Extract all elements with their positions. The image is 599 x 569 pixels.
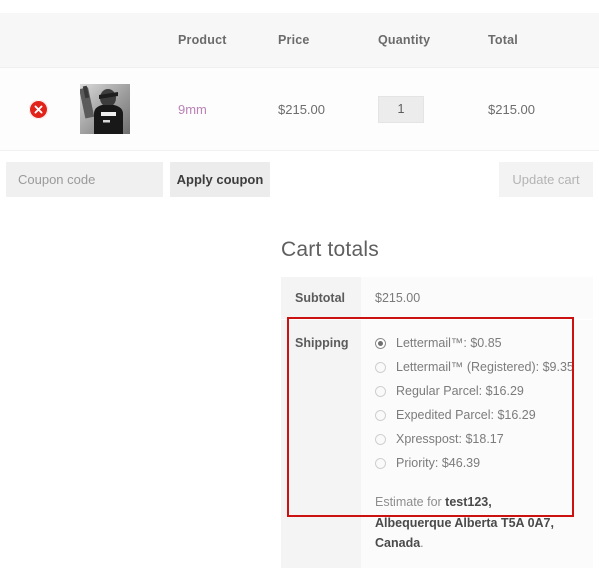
coupon-code-input[interactable] [6,162,163,197]
product-total: $215.00 [488,101,535,117]
header-quantity: Quantity [378,33,431,47]
shipping-option-label: Xpresspost: $18.17 [396,432,504,446]
close-x-icon [34,105,43,113]
radio-icon[interactable] [375,409,386,421]
apply-coupon-button[interactable]: Apply coupon [170,162,270,197]
shipping-option-expedited-parcel[interactable]: Expedited Parcel: $16.29 [375,408,593,422]
product-thumbnail[interactable] [80,84,130,134]
shipping-options-cell: Lettermail™: $0.85 Lettermail™ (Register… [361,319,593,569]
shipping-option-xpresspost[interactable]: Xpresspost: $18.17 [375,432,593,446]
quantity-cell: 1 [378,95,488,123]
product-price: $215.00 [278,101,325,117]
shipping-estimate-text: Estimate for test123, Albequerque Albert… [375,492,570,554]
header-product: Product [178,33,227,47]
estimate-prefix: Estimate for [375,495,446,509]
radio-icon[interactable] [375,385,386,397]
radio-icon[interactable] [375,433,386,445]
cart-table-header-row: Product Price Quantity Total [0,13,599,68]
subtotal-row: Subtotal $215.00 [281,277,593,320]
shipping-row: Shipping Lettermail™: $0.85 Lettermail™ … [281,319,593,569]
shipping-option-priority[interactable]: Priority: $46.39 [375,456,593,470]
estimate-suffix: . [420,536,424,551]
shipping-option-label: Expedited Parcel: $16.29 [396,408,536,422]
subtotal-value: $215.00 [361,277,593,320]
shipping-option-label: Regular Parcel: $16.29 [396,384,524,398]
product-name-link[interactable]: 9mm [178,102,207,117]
quantity-input[interactable]: 1 [378,95,424,123]
table-row: 9mm $215.00 1 $215.00 [0,68,599,151]
product-thumbnail-image [80,84,130,134]
remove-cell [0,99,80,119]
product-name-cell: 9mm [178,102,278,117]
shipping-option-lettermail-registered[interactable]: Lettermail™ (Registered): $9.35 [375,360,593,374]
radio-icon[interactable] [375,337,386,349]
shipping-option-lettermail[interactable]: Lettermail™: $0.85 [375,336,593,350]
coupon-row: Apply coupon Update cart [0,162,599,197]
radio-icon[interactable] [375,361,386,373]
cart-totals-title: Cart totals [281,238,379,261]
cart-table: Product Price Quantity Total 9mm $215.00… [0,13,599,151]
shipping-option-regular-parcel[interactable]: Regular Parcel: $16.29 [375,384,593,398]
thumbnail-cell [80,84,178,134]
shipping-label: Shipping [281,319,361,569]
cart-totals-table: Subtotal $215.00 Shipping Lettermail™: $… [281,277,593,569]
subtotal-label: Subtotal [281,277,361,320]
header-price: Price [278,33,310,47]
remove-item-button[interactable] [29,99,48,119]
radio-icon[interactable] [375,457,386,469]
cart-totals-section: Cart totals Subtotal $215.00 Shipping Le… [281,238,593,569]
shipping-option-label: Lettermail™: $0.85 [396,336,502,350]
shipping-option-label: Lettermail™ (Registered): $9.35 [396,360,574,374]
update-cart-button[interactable]: Update cart [499,162,593,197]
shipping-methods-list: Lettermail™: $0.85 Lettermail™ (Register… [375,336,593,470]
header-total: Total [488,33,518,47]
shipping-option-label: Priority: $46.39 [396,456,481,470]
